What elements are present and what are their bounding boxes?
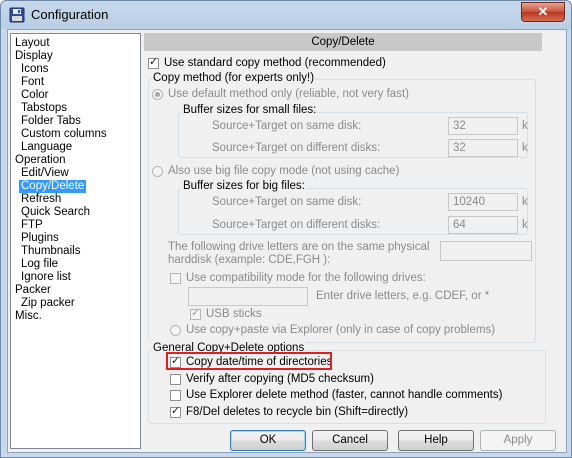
- page-title: Copy/Delete: [144, 33, 542, 51]
- small-same-unit: k: [522, 120, 528, 132]
- ok-button[interactable]: OK: [230, 430, 306, 451]
- copy-paste-explorer-radio[interactable]: [170, 325, 181, 336]
- tree-item-tabstops[interactable]: Tabstops: [19, 102, 69, 115]
- drive-letters-label-1: The following drive letters are on the s…: [168, 241, 430, 253]
- compat-drives-input[interactable]: [188, 287, 308, 306]
- tree-item-ftp[interactable]: FTP: [19, 219, 45, 232]
- tree-item-packer[interactable]: Packer: [13, 284, 53, 297]
- help-button[interactable]: Help: [398, 430, 474, 451]
- close-icon: ✕: [537, 4, 549, 19]
- copy-method-group-label: Copy method (for experts only!): [152, 72, 316, 84]
- default-method-radio[interactable]: [152, 89, 163, 100]
- small-diff-unit: k: [522, 142, 528, 154]
- big-same-disk-label: Source+Target on same disk:: [212, 196, 362, 208]
- tree-item-layout[interactable]: Layout: [13, 37, 52, 50]
- big-buffers-label: Buffer sizes for big files:: [182, 180, 306, 192]
- use-standard-label[interactable]: Use standard copy method (recommended): [164, 57, 386, 69]
- big-file-mode-radio[interactable]: [152, 166, 163, 177]
- small-diff-disk-label: Source+Target on different disks:: [212, 142, 381, 154]
- close-button[interactable]: ✕: [521, 2, 565, 22]
- usb-sticks-checkbox[interactable]: ✓: [190, 307, 201, 320]
- use-standard-checkbox[interactable]: ✓: [148, 56, 159, 69]
- big-diff-disk-label: Source+Target on different disks:: [212, 219, 381, 231]
- small-buffers-label: Buffer sizes for small files:: [182, 104, 318, 116]
- tree-item-font[interactable]: Font: [19, 76, 46, 89]
- tree-item-operation[interactable]: Operation: [13, 154, 68, 167]
- small-same-disk-input[interactable]: 32: [448, 117, 518, 135]
- verify-checkbox[interactable]: [170, 374, 181, 385]
- explorer-delete-checkbox[interactable]: [170, 390, 181, 401]
- tree-item-copy-delete[interactable]: Copy/Delete: [19, 180, 87, 193]
- tree-item-color[interactable]: Color: [19, 89, 50, 102]
- tree-item-icons[interactable]: Icons: [19, 63, 51, 76]
- drive-letters-label-2: harddisk (example: CDE,FGH ):: [168, 254, 331, 266]
- big-diff-disk-input[interactable]: 64: [448, 216, 518, 234]
- compat-mode-checkbox[interactable]: [170, 273, 181, 284]
- tree-item-plugins[interactable]: Plugins: [19, 232, 61, 245]
- same-disk-drives-input[interactable]: [440, 241, 532, 261]
- tree-item-edit-view[interactable]: Edit/View: [19, 167, 71, 180]
- checkmark-icon: ✓: [191, 307, 201, 319]
- small-diff-disk-input[interactable]: 32: [448, 139, 518, 157]
- settings-tree[interactable]: Layout Display Icons Font Color Tabstops Folde…: [10, 33, 141, 449]
- verify-label[interactable]: Verify after copying (MD5 checksum): [186, 373, 374, 385]
- tree-item-folder-tabs[interactable]: Folder Tabs: [19, 115, 83, 128]
- tree-item-quick-search[interactable]: Quick Search: [19, 206, 92, 219]
- tree-item-ignore-list[interactable]: Ignore list: [19, 271, 73, 284]
- tree-item-language[interactable]: Language: [19, 141, 74, 154]
- explorer-delete-label[interactable]: Use Explorer delete method (faster, cann…: [186, 389, 502, 401]
- cancel-button[interactable]: Cancel: [312, 430, 388, 451]
- tree-item-display[interactable]: Display: [13, 50, 55, 63]
- big-same-disk-input[interactable]: 10240: [448, 193, 518, 211]
- tree-item-refresh[interactable]: Refresh: [19, 193, 63, 206]
- dialog-client: Layout Display Icons Font Color Tabstops Folde…: [7, 29, 567, 453]
- checkmark-icon: ✓: [171, 405, 181, 417]
- compat-mode-label[interactable]: Use compatibility mode for the following…: [186, 272, 426, 284]
- default-method-label[interactable]: Use default method only (reliable, not v…: [168, 88, 409, 100]
- title-bar[interactable]: Configuration ✕: [1, 1, 571, 29]
- enter-drives-hint: Enter drive letters, e.g. CDEF, or *: [316, 290, 490, 302]
- checkmark-icon: ✓: [149, 56, 159, 68]
- tree-item-zip-packer[interactable]: Zip packer: [19, 297, 77, 310]
- copy-paste-explorer-label[interactable]: Use copy+paste via Explorer (only in cas…: [186, 324, 495, 336]
- tree-item-thumbnails[interactable]: Thumbnails: [19, 245, 82, 258]
- highlight-box: [166, 352, 332, 370]
- f8-del-checkbox[interactable]: ✓: [170, 405, 181, 418]
- configuration-window: Configuration ✕ Layout Display Icons Font Co…: [0, 0, 572, 458]
- f8-del-label[interactable]: F8/Del deletes to recycle bin (Shift=dir…: [186, 406, 408, 418]
- big-same-unit: k: [522, 196, 528, 208]
- window-title: Configuration: [31, 7, 109, 22]
- tree-item-log-file[interactable]: Log file: [19, 258, 60, 271]
- small-same-disk-label: Source+Target on same disk:: [212, 120, 362, 132]
- floppy-disk-icon: [9, 7, 25, 23]
- usb-sticks-label[interactable]: USB sticks: [206, 308, 262, 320]
- apply-button[interactable]: Apply: [480, 430, 556, 451]
- big-file-mode-label[interactable]: Also use big file copy mode (not using c…: [168, 165, 399, 177]
- big-diff-unit: k: [522, 219, 528, 231]
- tree-item-custom-columns[interactable]: Custom columns: [19, 128, 109, 141]
- tree-item-misc[interactable]: Misc.: [13, 310, 44, 323]
